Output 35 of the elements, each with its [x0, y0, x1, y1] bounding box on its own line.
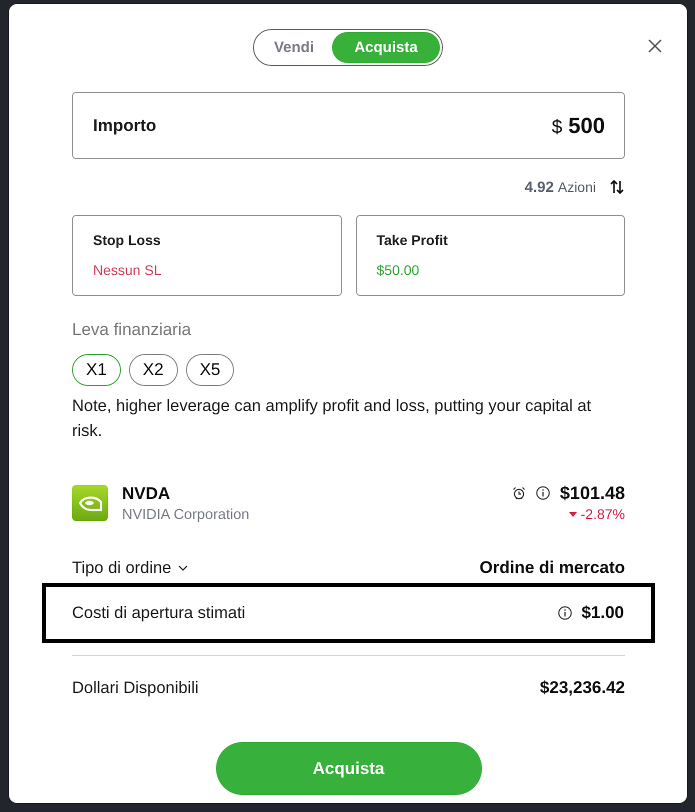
chevron-down-icon	[178, 565, 188, 571]
shares-unit: Azioni	[558, 179, 596, 195]
protection-card[interactable]: Take Profit $50.00	[356, 215, 625, 296]
company-name: NVIDIA Corporation	[122, 506, 250, 525]
order-type-value: Ordine di mercato	[480, 558, 625, 578]
shares-value: 4.92	[524, 178, 554, 196]
leverage-note: Note, higher leverage can amplify profit and loss, putting your capital at risk.	[72, 396, 592, 442]
price-change: -2.87%	[580, 506, 625, 522]
cost-label: Costi di apertura stimati	[72, 604, 246, 622]
stock-logo-icon	[72, 485, 108, 521]
alarm-clock-icon[interactable]	[512, 486, 526, 500]
balance-value: $23,236.42	[540, 678, 625, 698]
stock-price: $101.48	[560, 482, 625, 504]
card-label: Stop Loss	[93, 232, 161, 248]
amount-value: 500	[568, 112, 605, 138]
order-type-dropdown[interactable]: Tipo di ordine	[72, 558, 188, 578]
balance-label: Dollari Disponibili	[72, 678, 199, 698]
currency-symbol: $	[552, 116, 562, 138]
amount-field[interactable]: Importo $ 500	[72, 92, 625, 159]
card-value: Nessun SL	[93, 262, 162, 278]
leverage-option[interactable]: X1	[72, 354, 121, 386]
ticker-symbol: NVDA	[122, 484, 172, 504]
info-icon[interactable]	[536, 486, 550, 500]
leverage-option[interactable]: X2	[128, 354, 178, 386]
swap-arrows-icon[interactable]	[610, 180, 624, 194]
info-icon[interactable]	[558, 606, 572, 620]
leverage-label: Leva finanziaria	[72, 320, 192, 340]
cost-value: $1.00	[581, 603, 624, 623]
amount-label: Importo	[93, 116, 156, 136]
side-tab[interactable]: Vendi	[256, 32, 332, 62]
close-icon[interactable]	[648, 39, 662, 53]
card-label: Take Profit	[376, 232, 448, 248]
card-value: $50.00	[376, 262, 420, 278]
leverage-option[interactable]: X5	[186, 354, 234, 386]
protection-card[interactable]: Stop Loss Nessun SL	[72, 215, 342, 296]
